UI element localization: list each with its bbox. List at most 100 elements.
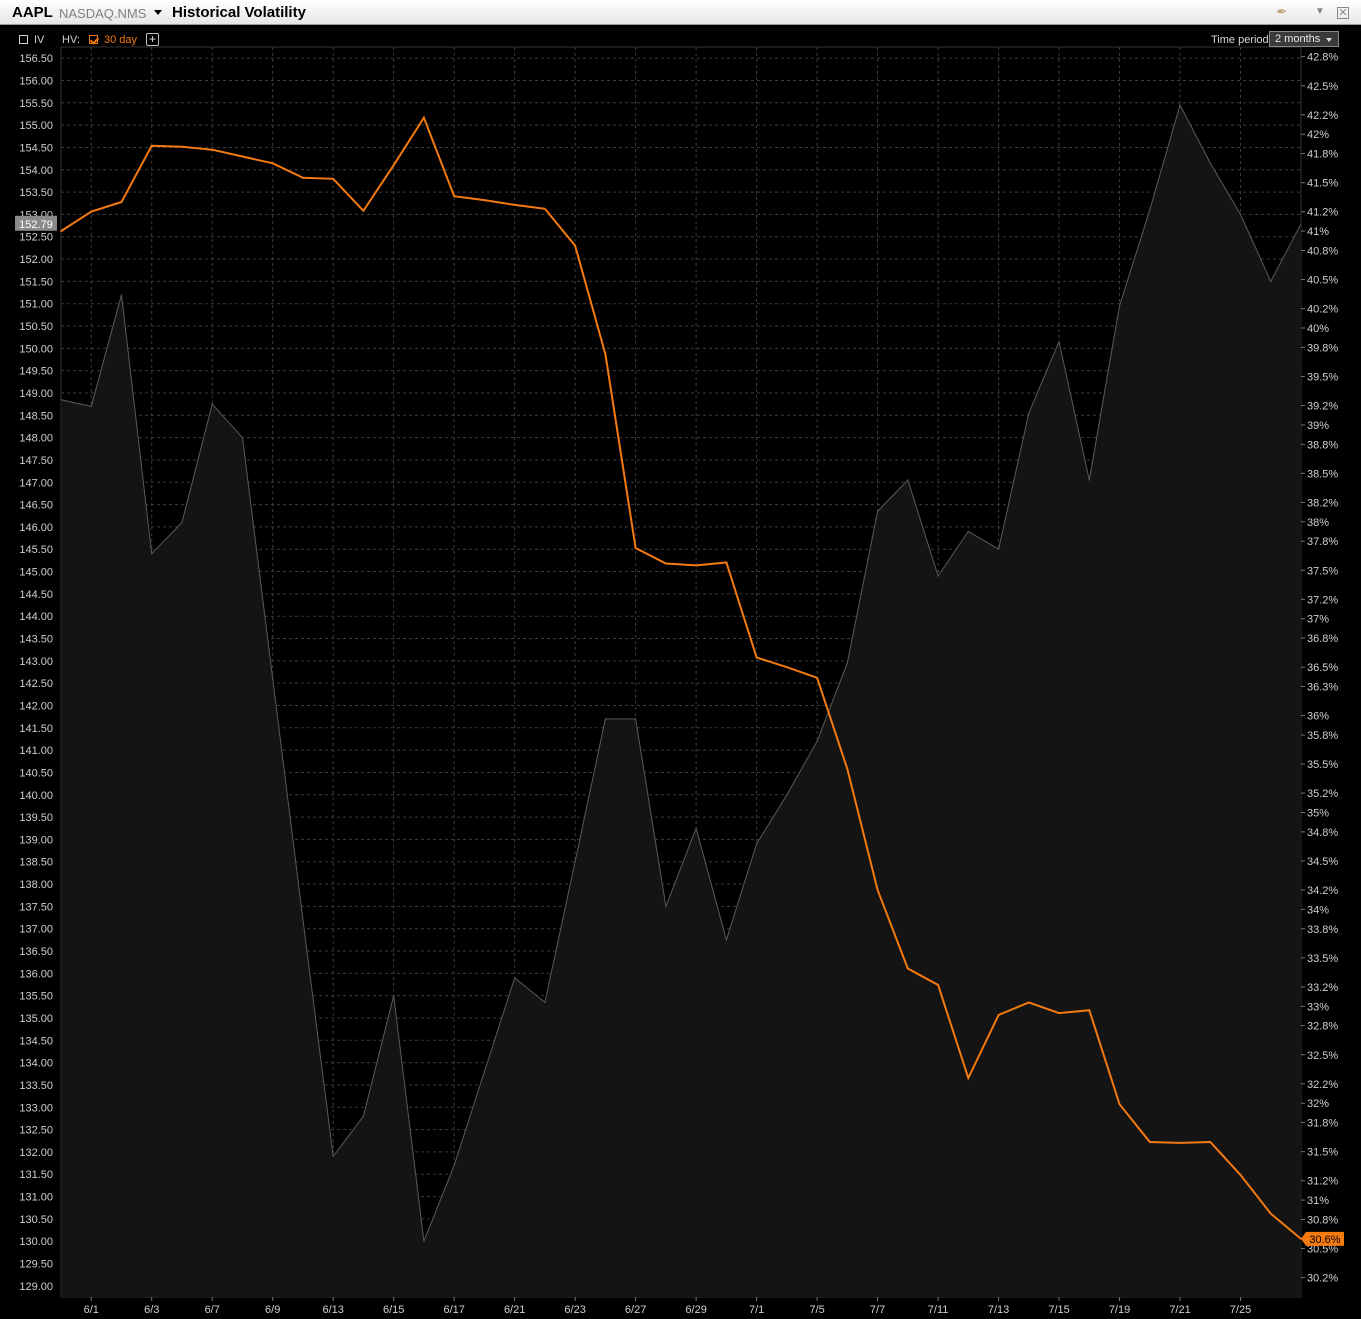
price-point bbox=[604, 718, 607, 720]
left-tick-label: 151.00 bbox=[19, 299, 53, 311]
left-tick-label: 156.00 bbox=[19, 75, 53, 87]
hv-point bbox=[1118, 1103, 1121, 1105]
add-study-button[interactable]: + bbox=[146, 33, 159, 46]
price-point bbox=[877, 510, 879, 512]
right-tick-label: 32.8% bbox=[1307, 1021, 1338, 1033]
left-tick-label: 138.50 bbox=[19, 857, 53, 869]
price-point bbox=[695, 827, 697, 829]
hv-point bbox=[362, 210, 365, 212]
left-tick-label: 145.00 bbox=[19, 567, 53, 579]
hv-point bbox=[846, 768, 849, 770]
price-point bbox=[725, 939, 728, 941]
hv-point bbox=[937, 984, 939, 986]
x-tick-label: 7/7 bbox=[870, 1304, 885, 1316]
right-tick-label: 39% bbox=[1307, 420, 1329, 432]
right-tick-label: 41.2% bbox=[1307, 207, 1338, 219]
price-point bbox=[1239, 213, 1242, 215]
right-tick-label: 36% bbox=[1307, 711, 1329, 723]
price-point bbox=[1028, 412, 1030, 414]
hv-point bbox=[997, 1014, 1000, 1016]
left-tick-label: 134.00 bbox=[19, 1058, 53, 1070]
right-tick-label: 34.5% bbox=[1307, 856, 1338, 868]
right-tick-label: 35.2% bbox=[1307, 788, 1338, 800]
hv-point bbox=[967, 1077, 970, 1079]
right-tick-label: 41.5% bbox=[1307, 178, 1338, 190]
price-point bbox=[1300, 223, 1302, 225]
hv-point bbox=[453, 195, 456, 197]
hv-point bbox=[1058, 1012, 1060, 1014]
left-tick-label: 133.50 bbox=[19, 1080, 53, 1092]
right-tick-label: 35.8% bbox=[1307, 730, 1338, 742]
price-point bbox=[241, 437, 244, 439]
left-tick-label: 148.50 bbox=[19, 410, 53, 422]
left-tick-label: 135.00 bbox=[19, 1013, 53, 1025]
left-tick-label: 154.50 bbox=[19, 142, 53, 154]
x-tick-label: 6/3 bbox=[144, 1304, 159, 1316]
hv-point bbox=[332, 178, 335, 180]
price-point bbox=[907, 479, 909, 481]
right-tick-label: 32.5% bbox=[1307, 1050, 1338, 1062]
hv-point bbox=[695, 564, 697, 567]
price-point bbox=[665, 905, 667, 908]
left-tick-label: 137.50 bbox=[19, 901, 53, 913]
right-tick-label: 36.8% bbox=[1307, 633, 1338, 645]
left-tick-label: 145.50 bbox=[19, 544, 53, 556]
x-tick-label: 6/17 bbox=[443, 1304, 464, 1316]
hv-point bbox=[90, 210, 92, 213]
price-point bbox=[332, 1155, 334, 1157]
time-period-select[interactable]: 2 months bbox=[1269, 31, 1339, 47]
hv-point bbox=[271, 162, 274, 165]
hv-point bbox=[241, 155, 244, 158]
left-tick-label: 129.50 bbox=[19, 1259, 53, 1271]
price-point bbox=[967, 530, 969, 533]
left-tick-label: 137.00 bbox=[19, 924, 53, 936]
left-tick-label: 139.50 bbox=[19, 812, 53, 824]
right-tick-label: 41.8% bbox=[1307, 149, 1338, 161]
x-tick-label: 7/13 bbox=[988, 1304, 1009, 1316]
price-point bbox=[272, 678, 274, 680]
price-point bbox=[1209, 162, 1211, 164]
hv-point bbox=[604, 353, 607, 356]
right-tick-label: 34.8% bbox=[1307, 827, 1338, 839]
hv-point bbox=[392, 164, 395, 166]
left-tick-label: 132.50 bbox=[19, 1125, 53, 1137]
left-tick-label: 131.50 bbox=[19, 1169, 53, 1181]
right-tick-label: 40.2% bbox=[1307, 304, 1338, 316]
left-tick-label: 148.00 bbox=[19, 433, 53, 445]
left-tick-label: 156.50 bbox=[19, 53, 53, 65]
price-point bbox=[544, 1001, 546, 1004]
left-tick-label: 130.00 bbox=[19, 1236, 53, 1248]
right-tick-label: 37% bbox=[1307, 614, 1329, 626]
right-tick-label: 38.5% bbox=[1307, 468, 1338, 480]
price-point bbox=[514, 977, 516, 979]
left-tick-label: 130.50 bbox=[19, 1214, 53, 1226]
right-tick-label: 33.5% bbox=[1307, 953, 1338, 965]
left-tick-label: 132.00 bbox=[19, 1147, 53, 1159]
price-point bbox=[393, 995, 395, 997]
right-tick-label: 38.2% bbox=[1307, 497, 1338, 509]
price-point bbox=[60, 399, 62, 401]
left-tick-label: 141.00 bbox=[19, 745, 53, 757]
hv-point bbox=[1149, 1141, 1151, 1143]
hv-point bbox=[1088, 1009, 1091, 1011]
hv-point bbox=[1270, 1212, 1272, 1215]
x-tick-label: 6/13 bbox=[322, 1304, 343, 1316]
left-tick-label: 133.00 bbox=[19, 1102, 53, 1114]
right-tick-label: 39.2% bbox=[1307, 401, 1338, 413]
hv-point bbox=[876, 889, 879, 891]
right-tick-label: 30.8% bbox=[1307, 1214, 1338, 1226]
left-tick-label: 151.50 bbox=[19, 276, 53, 288]
left-tick-label: 131.00 bbox=[19, 1192, 53, 1204]
x-tick-label: 7/25 bbox=[1230, 1304, 1251, 1316]
x-tick-label: 6/15 bbox=[383, 1304, 404, 1316]
iv-label: IV bbox=[34, 34, 45, 46]
x-tick-label: 6/21 bbox=[504, 1304, 525, 1316]
iv-checkbox[interactable] bbox=[19, 35, 28, 44]
price-point bbox=[635, 718, 637, 720]
price-point bbox=[423, 1240, 425, 1242]
hv-label: HV: bbox=[62, 34, 80, 46]
price-point bbox=[756, 843, 758, 845]
hv-point bbox=[60, 230, 62, 232]
hv-30day-checkbox[interactable] bbox=[89, 35, 98, 44]
left-tick-label: 141.50 bbox=[19, 723, 53, 735]
